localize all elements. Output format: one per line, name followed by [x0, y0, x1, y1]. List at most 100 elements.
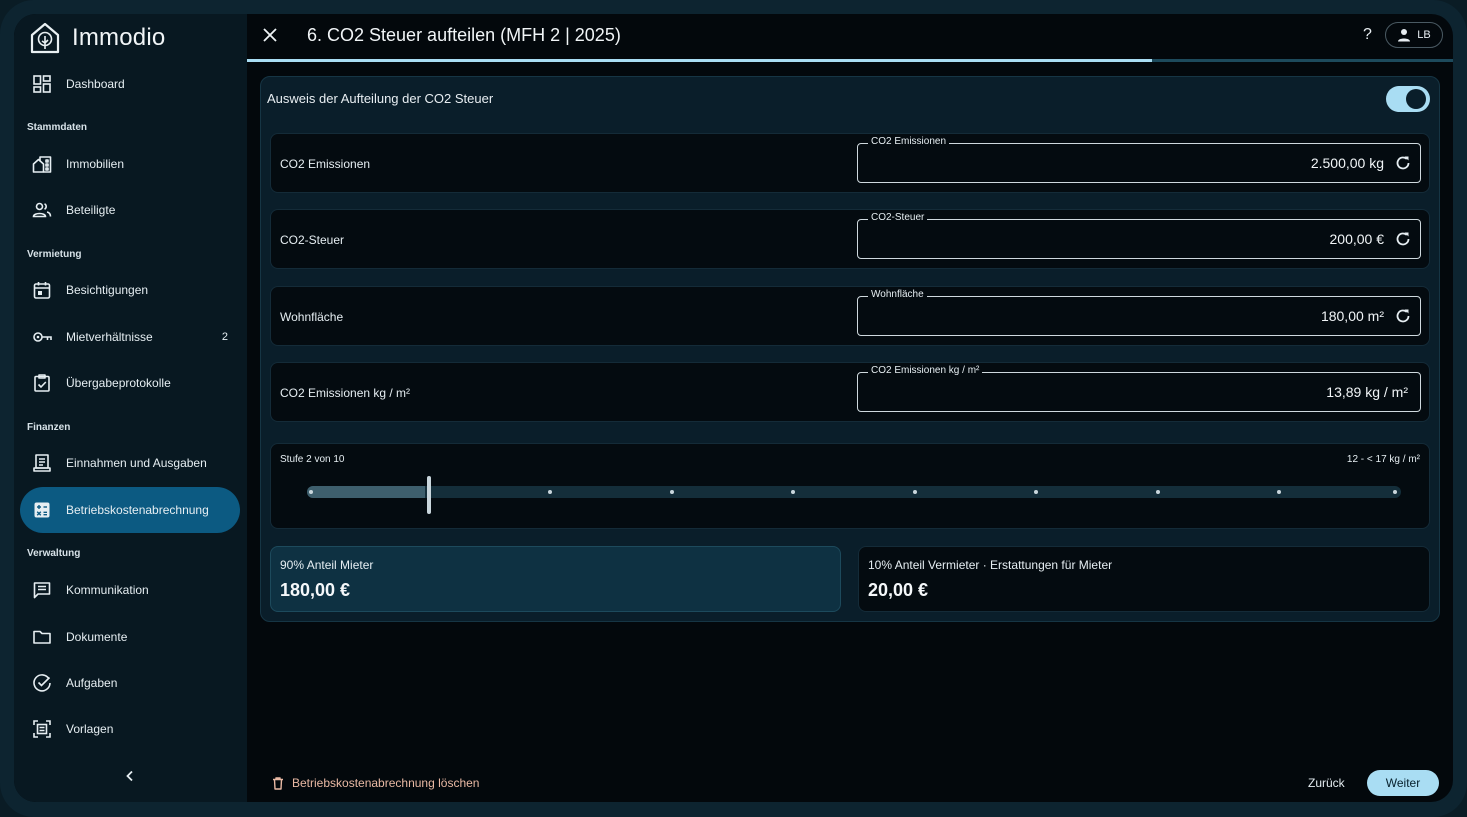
sidebar-item-vorlagen[interactable]: Vorlagen — [20, 706, 240, 752]
row-co2-emissions: CO2 Emissionen CO2 Emissionen 2.500,00 k… — [270, 133, 1430, 193]
field-legend: CO2 Emissionen kg / m² — [868, 365, 983, 376]
row-co2-tax: CO2-Steuer CO2-Steuer 200,00 € — [270, 209, 1430, 269]
sidebar-item-label: Einnahmen und Ausgaben — [66, 456, 207, 470]
sidebar-item-label: Betriebskostenabrechnung — [66, 503, 209, 517]
dashboard-icon — [32, 74, 52, 94]
sidebar-item-label: Dokumente — [66, 630, 128, 644]
co2-per-sqm-field: CO2 Emissionen kg / m² 13,89 kg / m² — [857, 365, 1421, 412]
chat-icon — [32, 580, 52, 600]
calendar-icon — [32, 280, 52, 300]
user-initials: LB — [1417, 29, 1431, 41]
header: 6. CO2 Steuer aufteilen (MFH 2 | 2025) ?… — [247, 14, 1453, 62]
brand[interactable]: Immodio — [30, 20, 165, 56]
sidebar-item-aufgaben[interactable]: Aufgaben — [20, 660, 240, 706]
buildings-icon — [32, 154, 52, 174]
sidebar-item-label: Beteiligte — [66, 203, 116, 217]
field-legend: CO2 Emissionen — [868, 136, 950, 147]
co2-tax-field[interactable]: CO2-Steuer 200,00 € — [857, 212, 1421, 259]
step-slider-thumb[interactable] — [426, 476, 431, 514]
step-slider-tick — [669, 490, 674, 494]
field-value: 200,00 € — [1329, 231, 1385, 247]
app-screen: Immodio Dashboard Stammdaten Immobilien … — [14, 14, 1453, 802]
landlord-share-label: 10% Anteil Vermieter · Erstattungen für … — [868, 558, 1113, 572]
sidebar-item-label: Mietverhältnisse — [66, 330, 153, 344]
step-slider-tick — [1277, 490, 1282, 494]
card-heading: Ausweis der Aufteilung der CO2 Steuer — [267, 91, 494, 106]
sidebar-collapse-button[interactable] — [120, 766, 140, 786]
step-slider-tick — [1393, 490, 1397, 494]
back-button[interactable]: Zurück — [1308, 776, 1345, 790]
sidebar-item-dokumente[interactable]: Dokumente — [20, 614, 240, 660]
row-label: CO2 Emissionen — [280, 157, 371, 171]
sidebar-item-label: Besichtigungen — [66, 283, 149, 297]
nav-section-verwaltung: Verwaltung — [27, 548, 81, 559]
co2-emissions-field[interactable]: CO2 Emissionen 2.500,00 kg — [857, 136, 1421, 183]
field-value: 180,00 m² — [1320, 308, 1384, 324]
step-slider-tick — [1155, 490, 1160, 494]
device-frame: Immodio Dashboard Stammdaten Immobilien … — [0, 0, 1467, 817]
nav-section-finanzen: Finanzen — [27, 422, 71, 433]
sidebar-item-betriebskostenabrechnung[interactable]: Betriebskostenabrechnung — [20, 487, 240, 533]
show-split-toggle[interactable] — [1386, 86, 1430, 112]
step-slider[interactable] — [307, 476, 1401, 514]
sidebar-item-label: Immobilien — [66, 157, 125, 171]
count-badge: 2 — [221, 331, 228, 343]
landlord-share-card: 10% Anteil Vermieter · Erstattungen für … — [858, 546, 1430, 612]
house-tree-logo-icon — [30, 22, 60, 54]
folder-icon — [32, 627, 52, 647]
row-label: CO2 Emissionen kg / m² — [280, 386, 411, 400]
sidebar-item-immobilien[interactable]: Immobilien — [20, 141, 240, 187]
field-value: 2.500,00 kg — [1310, 155, 1384, 171]
person-icon — [1398, 29, 1411, 42]
chevron-left-icon — [126, 770, 133, 782]
app-name: Immodio — [72, 24, 166, 51]
landlord-share-value: 20,00 € — [868, 580, 929, 600]
refresh-icon[interactable] — [1394, 230, 1412, 248]
step-range: 12 - < 17 kg / m² — [1346, 454, 1420, 465]
refresh-icon[interactable] — [1394, 154, 1412, 172]
co2-split-card: Ausweis der Aufteilung der CO2 Steuer CO… — [260, 76, 1440, 622]
help-button[interactable]: ? — [1363, 26, 1372, 44]
sidebar-item-kommunikation[interactable]: Kommunikation — [20, 567, 240, 613]
living-area-field[interactable]: Wohnfläche 180,00 m² — [857, 289, 1421, 336]
sidebar-item-beteiligte[interactable]: Beteiligte — [20, 187, 240, 233]
field-value: 13,89 kg / m² — [1326, 384, 1408, 400]
sidebar-item-label: Dashboard — [66, 77, 125, 91]
step-progress-bar — [247, 59, 1453, 62]
delete-statement-button[interactable]: Betriebskostenabrechnung löschen — [272, 774, 479, 792]
row-co2-per-sqm: CO2 Emissionen kg / m² CO2 Emissionen kg… — [270, 362, 1430, 422]
receipt-icon — [32, 453, 52, 473]
row-living-area: Wohnfläche Wohnfläche 180,00 m² — [270, 286, 1430, 346]
step-slider-tick — [309, 490, 313, 494]
field-legend: CO2-Steuer — [868, 212, 928, 223]
sidebar-item-besichtigungen[interactable]: Besichtigungen — [20, 267, 240, 313]
sidebar-item-uebergabeprotokolle[interactable]: Übergabeprotokolle — [20, 360, 240, 406]
delete-label: Betriebskostenabrechnung löschen — [292, 776, 480, 790]
sidebar-item-mietverhaeltnisse[interactable]: Mietverhältnisse 2 — [20, 314, 240, 360]
row-label: Wohnfläche — [280, 310, 344, 324]
step-slider-tick — [791, 490, 796, 494]
step-slider-tick — [912, 490, 917, 494]
key-icon — [32, 327, 52, 347]
step-label: Stufe 2 von 10 — [280, 454, 345, 465]
refresh-icon[interactable] — [1394, 307, 1412, 325]
sidebar-item-label: Kommunikation — [66, 583, 149, 597]
step-slider-fill — [307, 486, 425, 498]
tenant-share-card: 90% Anteil Mieter 180,00 € — [270, 546, 841, 612]
template-icon — [32, 719, 52, 739]
tenant-share-label: 90% Anteil Mieter — [280, 558, 374, 572]
sidebar-item-dashboard[interactable]: Dashboard — [20, 61, 240, 107]
trash-icon — [273, 776, 283, 790]
co2-step-row: Stufe 2 von 10 12 - < 17 kg / m² — [270, 443, 1430, 529]
calculator-icon — [32, 500, 52, 520]
tenant-share-value: 180,00 € — [280, 580, 351, 600]
page-title: 6. CO2 Steuer aufteilen (MFH 2 | 2025) — [307, 25, 621, 45]
user-menu-button[interactable]: LB — [1385, 22, 1443, 48]
next-button[interactable]: Weiter — [1367, 770, 1439, 796]
sidebar: Immodio Dashboard Stammdaten Immobilien … — [14, 14, 247, 802]
sidebar-item-label: Vorlagen — [66, 722, 114, 736]
toggle-knob — [1406, 89, 1426, 109]
nav-section-stammdaten: Stammdaten — [27, 122, 88, 133]
close-icon[interactable] — [261, 26, 279, 44]
sidebar-item-einnahmen-ausgaben[interactable]: Einnahmen und Ausgaben — [20, 440, 240, 486]
